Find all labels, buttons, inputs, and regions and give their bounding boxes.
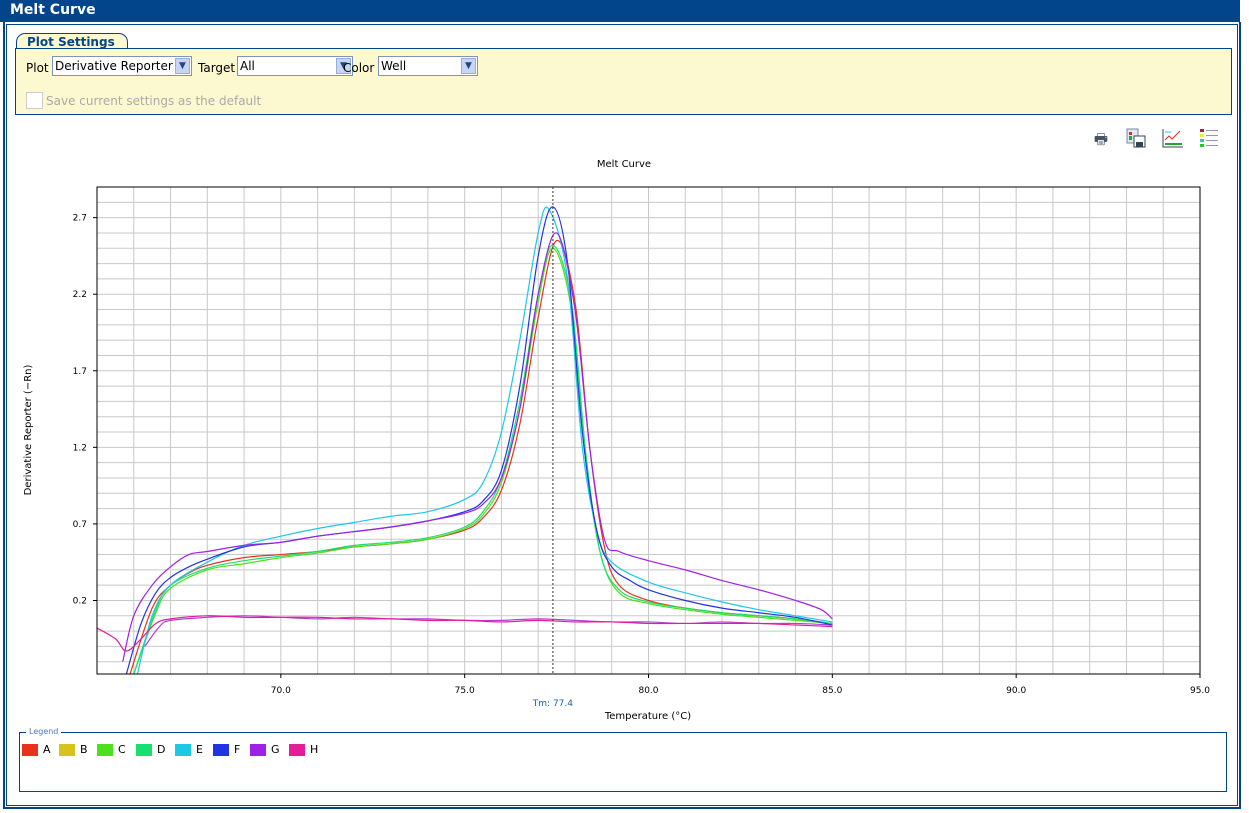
legend-item-A[interactable]: A	[22, 743, 51, 756]
content-frame	[6, 24, 1238, 806]
plot-select-value: Derivative Reporter	[55, 59, 173, 73]
legend-swatch	[250, 743, 266, 756]
color-label: Color	[343, 61, 375, 75]
legend-label: E	[196, 743, 203, 756]
legend-label: G	[271, 743, 280, 756]
legend-item-F[interactable]: F	[213, 743, 240, 756]
legend-swatch	[175, 743, 191, 756]
legend-label: B	[80, 743, 88, 756]
legend-item-B[interactable]: B	[59, 743, 88, 756]
plot-settings-panel: Plot Derivative Reporter ▼ Target All ▼ Co…	[15, 48, 1232, 115]
legend-swatch	[136, 743, 152, 756]
legend-item-H[interactable]: H	[289, 743, 318, 756]
legend-swatch	[59, 743, 75, 756]
plot-select[interactable]: Derivative Reporter ▼	[52, 56, 192, 76]
legend-label: D	[157, 743, 166, 756]
save-image-icon[interactable]	[1125, 128, 1147, 150]
legend-title: Legend	[26, 727, 62, 736]
window-title: Melt Curve	[0, 0, 1240, 22]
legend-swatch	[22, 743, 38, 756]
target-select[interactable]: All ▼	[237, 56, 353, 76]
print-icon[interactable]: 🖶	[1090, 128, 1112, 150]
color-select[interactable]: Well ▼	[378, 56, 478, 76]
legend-item-D[interactable]: D	[136, 743, 165, 756]
color-select-value: Well	[381, 59, 407, 73]
chevron-down-icon[interactable]: ▼	[175, 58, 190, 74]
legend-list-icon[interactable]	[1198, 128, 1220, 150]
legend-item-E[interactable]: E	[175, 743, 203, 756]
legend-label: C	[118, 743, 126, 756]
target-select-value: All	[240, 59, 255, 73]
chevron-down-icon[interactable]: ▼	[461, 58, 476, 74]
legend-label: H	[310, 743, 319, 756]
legend-label: F	[234, 743, 241, 756]
legend-swatch	[213, 743, 229, 756]
legend-item-C[interactable]: C	[97, 743, 126, 756]
edit-graph-icon[interactable]	[1162, 128, 1184, 150]
save-default-checkbox[interactable]	[26, 92, 43, 109]
legend-swatch	[97, 743, 113, 756]
legend-item-G[interactable]: G	[250, 743, 280, 756]
plot-label: Plot	[26, 61, 49, 75]
save-default-label: Save current settings as the default	[46, 94, 262, 108]
legend-swatch	[289, 743, 305, 756]
legend-label: A	[43, 743, 51, 756]
target-label: Target	[198, 61, 236, 75]
legend-box	[19, 732, 1227, 792]
